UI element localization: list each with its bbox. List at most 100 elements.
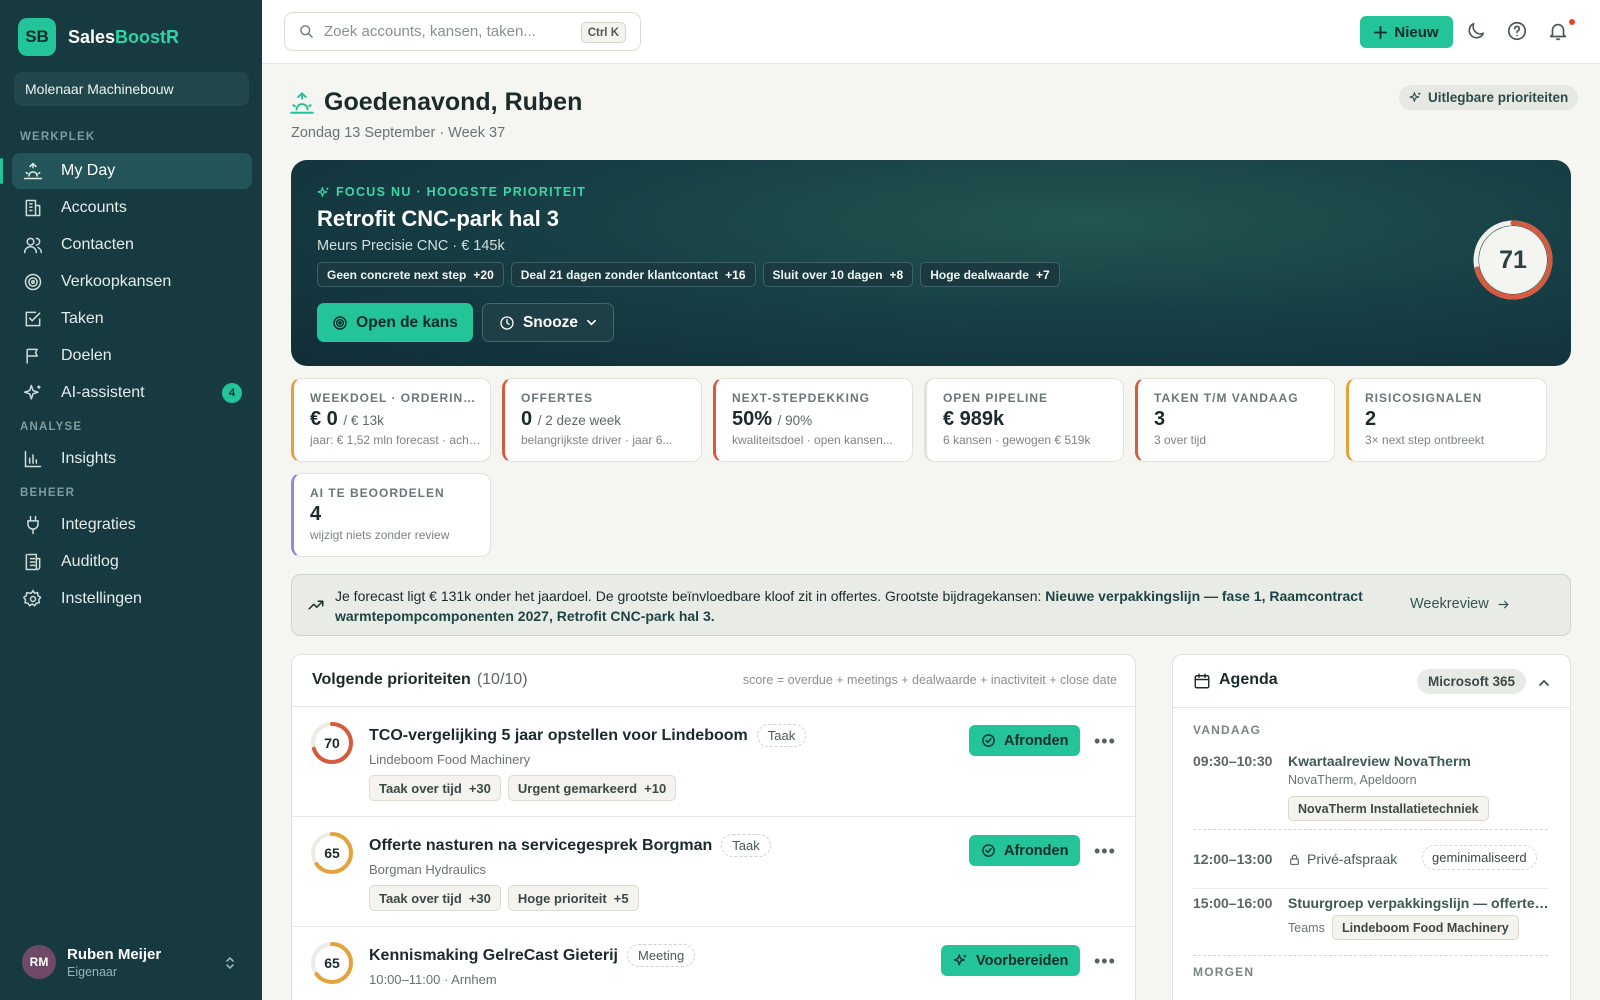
priority-title: Offerte nasturen na servicegesprek Borgm… — [369, 834, 771, 857]
kpi-label: OFFERTES — [521, 391, 594, 405]
arrow-right-icon — [1497, 598, 1510, 611]
chevron-down-icon — [586, 317, 597, 328]
kpi-weekdoel[interactable]: WEEKDOEL · ORDERINTAKE € 0 / € 13k jaar:… — [291, 378, 491, 462]
complete-button[interactable]: Afronden — [969, 725, 1081, 756]
sidebar-item-ai-assistent[interactable]: AI-assistent 4 — [12, 375, 252, 411]
search-input[interactable]: Zoek accounts, kansen, taken... Ctrl K — [284, 12, 641, 51]
kpi-label: WEEKDOEL · ORDERINTAKE — [310, 391, 480, 405]
focus-title[interactable]: Retrofit CNC-park hal 3 — [317, 206, 559, 232]
kpi-label: NEXT-STEPDEKKING — [732, 391, 871, 405]
event-time: 15:00–16:00 — [1193, 895, 1273, 911]
prepare-label: Voorbereiden — [976, 952, 1069, 969]
priorities-panel: Volgende prioriteiten (10/10) score = ove… — [291, 654, 1136, 1000]
kpi-ai-te-beoordelen[interactable]: AI TE BEOORDELEN 4 wijzigt niets zonder … — [291, 473, 491, 557]
more-options-icon[interactable]: ••• — [1094, 731, 1116, 752]
complete-label: Afronden — [1004, 732, 1069, 749]
priority-row[interactable]: 70 TCO-vergelijking 5 jaar opstellen voo… — [292, 707, 1135, 817]
moon-icon[interactable] — [1465, 20, 1487, 42]
priority-reasons: Taak over tijd +30 Urgent gemarkeerd +10 — [369, 775, 677, 801]
lock-icon — [1288, 853, 1301, 866]
more-options-icon[interactable]: ••• — [1094, 951, 1116, 972]
priority-row[interactable]: 65 Offerte nasturen na servicegesprek Bo… — [292, 817, 1135, 927]
forecast-text: Je forecast ligt € 131k onder het jaardo… — [335, 588, 1363, 624]
help-icon[interactable] — [1506, 20, 1528, 42]
kpi-label: TAKEN T/M VANDAAG — [1154, 391, 1299, 405]
score-value: 70 — [324, 735, 340, 751]
kpi-value: 3 — [1154, 408, 1166, 430]
sidebar-item-contacten[interactable]: Contacten — [12, 227, 252, 263]
brand[interactable]: SB SalesBoostR — [18, 18, 179, 56]
open-opportunity-button[interactable]: Open de kans — [317, 303, 473, 342]
kpi-note: 3× next step ontbreekt — [1365, 433, 1485, 447]
event-time: 12:00–13:00 — [1193, 851, 1273, 867]
kpi-label: RISICOSIGNALEN — [1365, 391, 1483, 405]
priority-score: 70 — [310, 721, 354, 765]
prepare-button[interactable]: Voorbereiden — [941, 945, 1081, 976]
user-menu[interactable]: RM Ruben Meijer Eigenaar — [22, 945, 161, 979]
bell-icon[interactable] — [1547, 20, 1569, 42]
notification-dot — [1569, 19, 1575, 25]
score-formula: score = overdue + meetings + dealwaarde … — [742, 673, 1117, 687]
kpi-suffix: / 2 deze week — [537, 413, 621, 428]
focus-label-text: FOCUS NU · HOOGSTE PRIORITEIT — [336, 185, 587, 199]
new-button[interactable]: Nieuw — [1360, 16, 1453, 48]
sparkles-icon — [22, 382, 44, 404]
topbar: Zoek accounts, kansen, taken... Ctrl K N… — [262, 0, 1600, 64]
chevron-up-icon[interactable] — [1538, 677, 1550, 689]
plus-icon — [1374, 25, 1388, 39]
reason-chip: Geen concrete next step +20 — [317, 262, 504, 287]
sidebar-item-verkoopkansen[interactable]: Verkoopkansen — [12, 264, 252, 300]
sunrise-icon — [22, 160, 44, 182]
explainable-priorities-button[interactable]: Uitlegbare prioriteiten — [1399, 85, 1579, 110]
kpi-note: 6 kansen · gewogen € 519k — [943, 433, 1091, 447]
agenda-event[interactable]: 15:00–16:00 Stuurgroep verpakkingslijn —… — [1193, 895, 1553, 955]
kpi-risicosignalen[interactable]: RISICOSIGNALEN 2 3× next step ontbreekt — [1346, 378, 1547, 462]
kpi-taken[interactable]: TAKEN T/M VANDAAG 3 3 over tijd — [1135, 378, 1335, 462]
event-title: Kwartaalreview NovaTherm — [1288, 753, 1471, 769]
priority-account: Lindeboom Food Machinery — [369, 752, 531, 767]
snooze-button[interactable]: Snooze — [482, 303, 614, 342]
date-line: Zondag 13 September · Week 37 — [291, 125, 506, 141]
kpi-open-pipeline[interactable]: OPEN PIPELINE € 989k 6 kansen · gewogen … — [924, 378, 1124, 462]
check-circle-icon — [981, 843, 996, 858]
sidebar-item-label: Accounts — [61, 199, 127, 216]
sidebar-item-instellingen[interactable]: Instellingen — [12, 581, 252, 617]
priority-meeting-time: 10:00–11:00 · Arnhem — [369, 972, 497, 987]
event-account-chip[interactable]: Lindeboom Food Machinery — [1332, 915, 1519, 940]
trend-up-icon — [307, 596, 325, 614]
sidebar-item-accounts[interactable]: Accounts — [12, 190, 252, 226]
agenda-event[interactable]: 09:30–10:30 Kwartaalreview NovaTherm Nov… — [1193, 753, 1553, 828]
sidebar-item-label: Auditlog — [61, 553, 119, 570]
more-options-icon[interactable]: ••• — [1094, 841, 1116, 862]
chevron-up-down-icon[interactable] — [224, 955, 236, 971]
sidebar-item-label: Integraties — [61, 516, 136, 533]
user-name: Ruben Meijer — [67, 945, 162, 963]
kpi-offertes[interactable]: OFFERTES 0 / 2 deze week belangrijkste d… — [502, 378, 702, 462]
calendar-icon — [1193, 672, 1211, 690]
complete-button[interactable]: Afronden — [969, 835, 1081, 866]
sidebar-item-my-day[interactable]: My Day — [0, 153, 252, 189]
kpi-value: 0 — [521, 408, 533, 430]
sidebar-item-auditlog[interactable]: Auditlog — [12, 544, 252, 580]
agenda-event[interactable]: 12:00–13:00 Privé-afspraak geminimalisee… — [1193, 845, 1553, 877]
main-content: Goedenavond, Ruben Zondag 13 September ·… — [262, 64, 1600, 1000]
workspace-switcher[interactable]: Molenaar Machinebouw — [14, 72, 249, 106]
bar-chart-icon — [22, 448, 44, 470]
search-icon — [299, 24, 314, 39]
kpi-next-stepdekking[interactable]: NEXT-STEPDEKKING 50% / 90% kwaliteitsdoe… — [713, 378, 913, 462]
sparkles-icon — [1409, 91, 1422, 104]
section-label-werkplek: WERKPLEK — [20, 131, 96, 143]
event-account-chip[interactable]: NovaTherm Installatietechniek — [1288, 796, 1489, 821]
search-placeholder: Zoek accounts, kansen, taken... — [324, 23, 536, 40]
sidebar-item-label: Doelen — [61, 347, 112, 364]
sidebar-item-integraties[interactable]: Integraties — [12, 507, 252, 543]
focus-card: FOCUS NU · HOOGSTE PRIORITEIT Retrofit C… — [291, 160, 1571, 366]
sparkles-icon — [317, 186, 330, 199]
sidebar-item-doelen[interactable]: Doelen — [12, 338, 252, 374]
sidebar-item-taken[interactable]: Taken — [12, 301, 252, 337]
sidebar-item-insights[interactable]: Insights — [12, 441, 252, 477]
priority-row[interactable]: 65 Kennismaking GelreCast Gieterij Meetin… — [292, 927, 1135, 1000]
weekreview-link[interactable]: Weekreview — [1410, 596, 1510, 612]
sunrise-icon — [289, 90, 315, 116]
open-opportunity-label: Open de kans — [356, 313, 458, 331]
